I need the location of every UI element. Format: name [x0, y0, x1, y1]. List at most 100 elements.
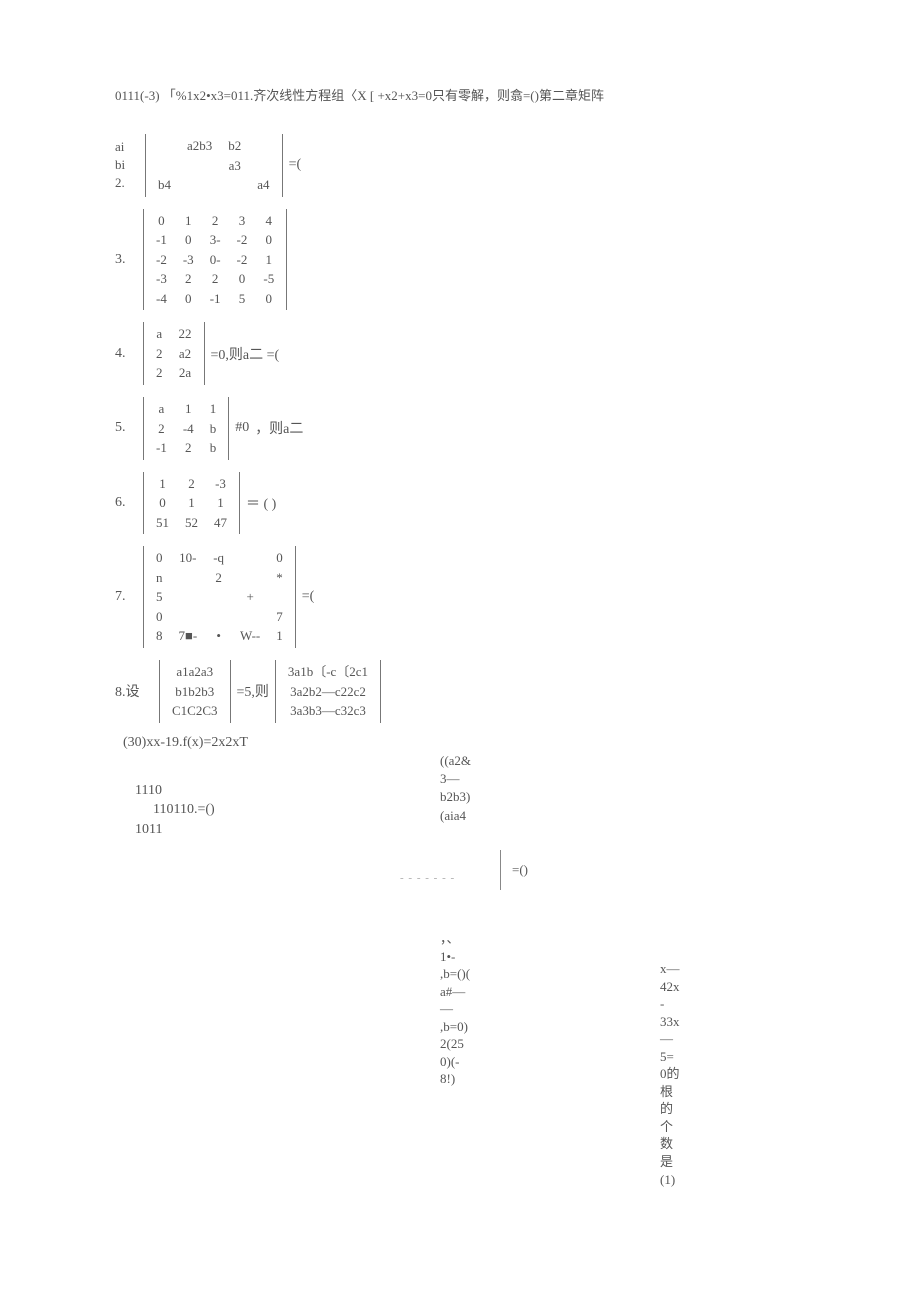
matrix-cell: 2	[175, 438, 202, 458]
matrix-cell	[171, 587, 206, 607]
p8-label: 8.设	[115, 681, 159, 701]
rc2-l2: 1•-	[440, 948, 500, 966]
p6-det: 12-3011515247	[143, 472, 240, 535]
p2c	[249, 136, 277, 156]
matrix-cell: 3	[229, 211, 256, 231]
rc3-l12: 是	[660, 1153, 700, 1171]
p2-after: =(	[289, 157, 302, 173]
matrix-cell: -2	[148, 250, 175, 270]
problem-8-row: 8.设 a1a2a3b1b2b3C1C2C3 =5,则 3a1b〔-c〔2c13…	[115, 660, 820, 723]
p5-det: a112-4b-12b	[143, 397, 229, 460]
matrix-cell: -4	[175, 419, 202, 439]
matrix-cell: 2	[148, 344, 171, 364]
rc3-l13: (1)	[660, 1171, 700, 1189]
matrix-cell: b	[202, 438, 225, 458]
rc3-l7: 0的	[660, 1065, 700, 1083]
matrix-cell: 2	[205, 568, 232, 588]
p4-label: 4.	[115, 346, 143, 362]
matrix-cell: 0	[268, 548, 291, 568]
matrix-cell	[232, 568, 268, 588]
rc3-l1: x—	[660, 960, 700, 978]
rc1-l1: ((a2&	[440, 752, 500, 770]
matrix-cell	[268, 587, 291, 607]
matrix-cell: 1	[175, 399, 202, 419]
matrix-cell: -1	[148, 438, 175, 458]
matrix-cell: 1	[255, 250, 282, 270]
matrix-cell: 0-	[202, 250, 229, 270]
matrix-cell: 0	[148, 607, 171, 627]
right-col-1: ((a2& 3— b2b3) (aia4	[440, 752, 500, 825]
matrix-cell: 2	[202, 269, 229, 289]
matrix-cell: 2	[148, 419, 175, 439]
p2c: a3	[220, 156, 249, 176]
p7-label: 7.	[115, 589, 143, 605]
rc2-l4: a#—	[440, 983, 500, 1001]
matrix-cell: -3	[206, 474, 235, 494]
matrix-cell: •	[205, 626, 232, 646]
matrix-cell: 0	[175, 230, 202, 250]
matrix-cell: 3a3b3—c32c3	[280, 701, 376, 721]
problem-2-row: ai bi 2. a2b3 b2 a3 b4	[115, 134, 820, 197]
p2c	[150, 136, 179, 156]
p8-mid: =5,则	[237, 681, 269, 701]
matrix-cell: 0	[148, 548, 171, 568]
matrix-cell: 47	[206, 513, 235, 533]
p2-left-bi: bi	[115, 156, 145, 174]
matrix-cell	[171, 607, 206, 627]
matrix-cell: -3	[148, 269, 175, 289]
p8-after-eq: =()	[512, 862, 528, 878]
matrix-cell: a2	[171, 344, 200, 364]
matrix-cell: 7	[268, 607, 291, 627]
p7-det: 010--q0n2*5+0787■-•W--1	[143, 546, 296, 648]
p5-after: ，则a二	[255, 418, 303, 438]
matrix-cell	[171, 568, 206, 588]
matrix-cell: -1	[202, 289, 229, 309]
p2c	[179, 175, 220, 195]
matrix-cell: 1	[148, 474, 177, 494]
right-col-2: ，、 1•- ,b=()( a#— — ,b=0) 2(25 0)(- 8!)	[440, 930, 500, 1088]
rc3-l11: 数	[660, 1135, 700, 1153]
p8-det1: a1a2a3b1b2b3C1C2C3	[159, 660, 231, 723]
rc2-l8: 0)(-	[440, 1053, 500, 1071]
vertical-bar-right	[500, 850, 501, 890]
matrix-cell: C1C2C3	[164, 701, 226, 721]
matrix-cell: 10-	[171, 548, 206, 568]
rc1-l4: (aia4	[440, 807, 500, 825]
matrix-cell: 0	[255, 289, 282, 309]
p4-det: a222a222a	[143, 322, 205, 385]
dotted-line: - - - - - - -	[400, 872, 455, 884]
matrix-cell: 0	[229, 269, 256, 289]
matrix-cell: n	[148, 568, 171, 588]
matrix-cell: 52	[177, 513, 206, 533]
rc3-l8: 根	[660, 1083, 700, 1101]
p2c	[220, 175, 249, 195]
p2c	[249, 156, 277, 176]
p2-left-num: 2.	[115, 174, 145, 192]
matrix-cell: 2	[148, 363, 171, 383]
problem-2-leftcol: ai bi 2.	[115, 138, 145, 193]
p8-det2: 3a1b〔-c〔2c13a2b2—c22c23a3b3—c32c3	[275, 660, 381, 723]
p2c: b2	[220, 136, 249, 156]
matrix-cell: 5	[148, 587, 171, 607]
rc3-l10: 个	[660, 1118, 700, 1136]
matrix-cell: +	[232, 587, 268, 607]
problem-7-row: 7. 010--q0n2*5+0787■-•W--1 =(	[115, 546, 820, 648]
problem-3-row: 3. 01234-103--20-2-30--21-3220-5-40-150	[115, 209, 820, 311]
matrix-cell: -q	[205, 548, 232, 568]
matrix-cell: b	[202, 419, 225, 439]
matrix-cell: 51	[148, 513, 177, 533]
rc2-l3: ,b=()(	[440, 965, 500, 983]
p6-after: ＝ ( )	[246, 493, 276, 513]
p2c	[179, 156, 220, 176]
matrix-cell: -1	[148, 230, 175, 250]
matrix-cell: -3	[175, 250, 202, 270]
problem-5-row: 5. a112-4b-12b #0 ，则a二	[115, 397, 820, 460]
rc3-l5: —	[660, 1030, 700, 1048]
matrix-cell: 3-	[202, 230, 229, 250]
matrix-cell	[232, 607, 268, 627]
matrix-cell: -5	[255, 269, 282, 289]
rc1-l2: 3—	[440, 770, 500, 788]
matrix-cell: 1	[268, 626, 291, 646]
rc2-l1: ，、	[440, 930, 500, 948]
matrix-cell: b1b2b3	[164, 682, 226, 702]
